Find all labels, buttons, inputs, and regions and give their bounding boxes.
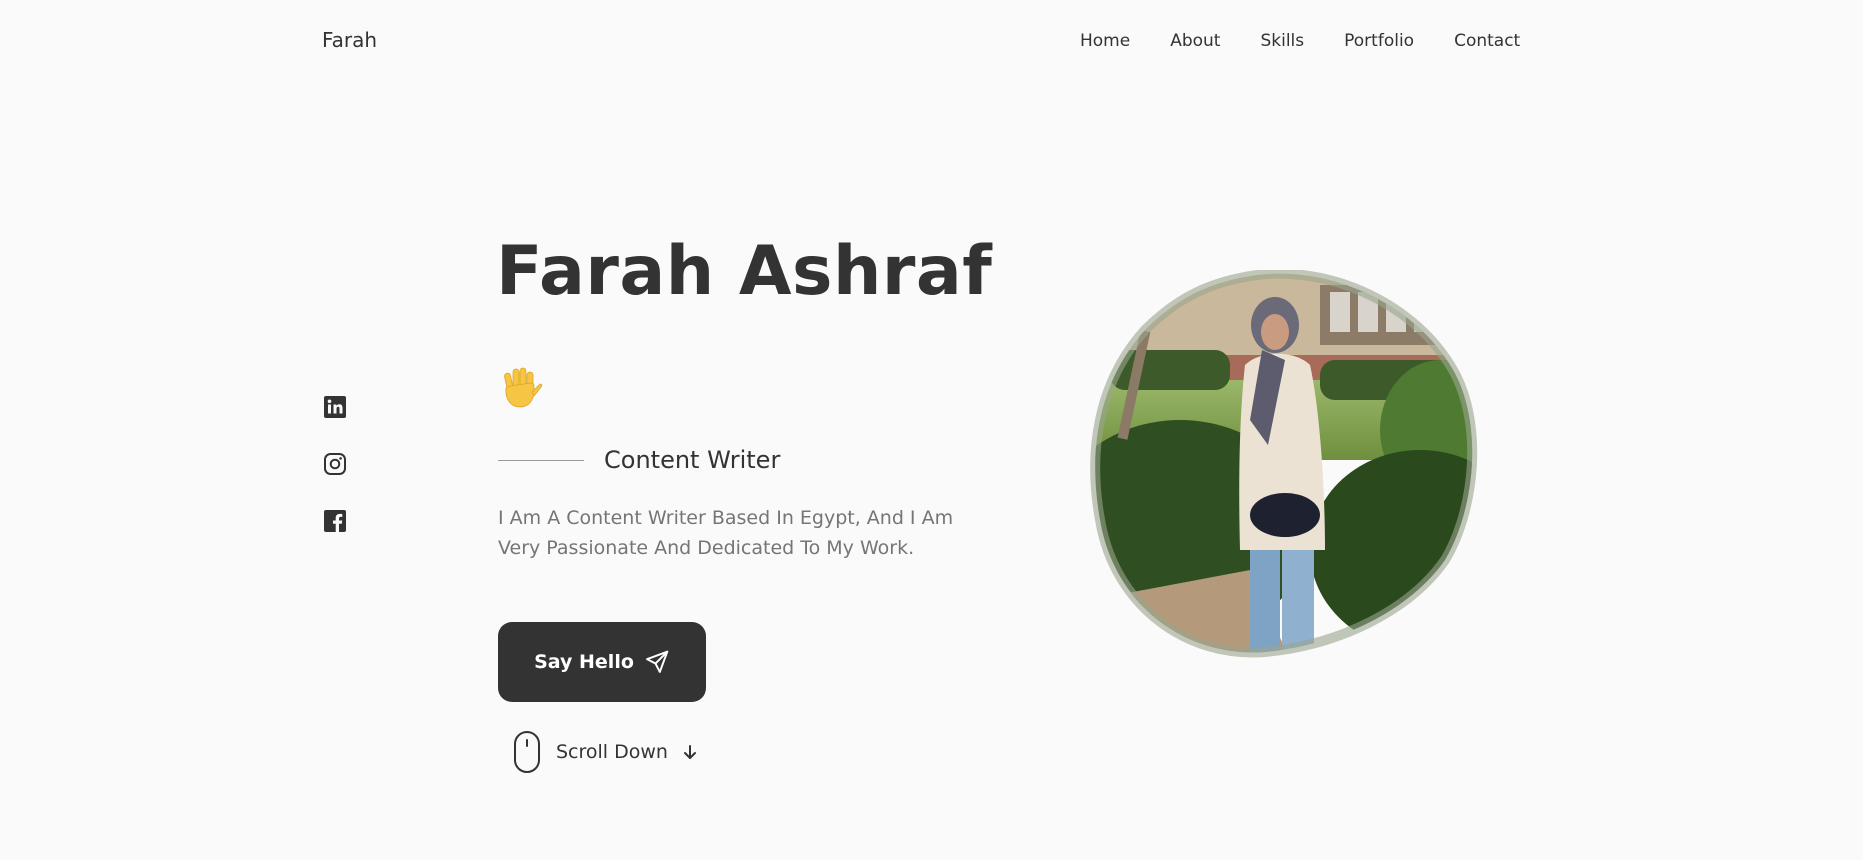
nav-home[interactable]: Home — [1080, 31, 1130, 51]
main-nav: Home About Skills Portfolio Contact — [1080, 31, 1520, 51]
nav-about[interactable]: About — [1170, 31, 1220, 51]
hero-description: I Am A Content Writer Based In Egypt, An… — [498, 507, 954, 559]
send-icon — [645, 650, 669, 673]
facebook-link[interactable] — [323, 509, 347, 533]
scroll-down-link[interactable]: Scroll Down — [512, 730, 700, 774]
instagram-icon — [324, 453, 346, 475]
subtitle-divider — [498, 459, 584, 461]
hero-subtitle: Content Writer — [604, 446, 781, 474]
nav-contact[interactable]: Contact — [1454, 31, 1520, 51]
say-hello-button[interactable]: Say Hello — [498, 622, 706, 702]
nav-portfolio[interactable]: Portfolio — [1344, 31, 1414, 51]
arrow-down-icon — [683, 745, 696, 759]
nav-skills[interactable]: Skills — [1260, 31, 1304, 51]
hero-title: Farah Ashraf — [496, 232, 993, 311]
logo[interactable]: Farah — [322, 28, 377, 52]
page: Farah Home About Skills Portfolio Contac… — [0, 0, 1863, 860]
subtitle-row: Content Writer — [498, 446, 780, 474]
instagram-link[interactable] — [323, 452, 347, 476]
waving-hand-icon — [504, 367, 543, 408]
linkedin-link[interactable] — [323, 395, 347, 419]
say-hello-label: Say Hello — [534, 651, 634, 673]
scroll-down-label: Scroll Down — [556, 741, 668, 763]
facebook-icon — [324, 510, 346, 532]
mouse-icon — [514, 731, 540, 773]
social-links — [323, 395, 347, 566]
profile-photo — [1090, 270, 1480, 660]
linkedin-icon — [324, 396, 346, 418]
